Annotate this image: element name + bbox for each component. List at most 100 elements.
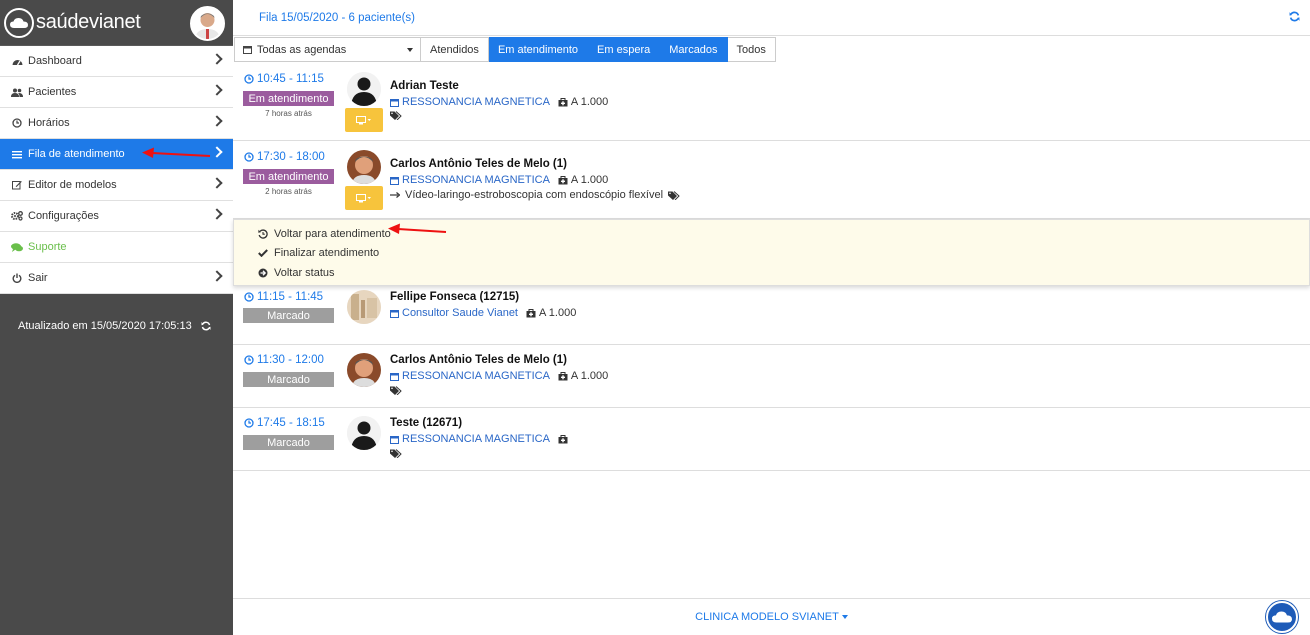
procedure-text: Vídeo-laringo-estroboscopia com endoscóp… bbox=[405, 189, 664, 201]
actions-button[interactable] bbox=[345, 108, 383, 132]
patient-details: Consultor Saude Vianet A 1.000 bbox=[390, 307, 576, 319]
last-updated: Atualizado em 15/05/2020 17:05:13 bbox=[0, 316, 233, 336]
list-icon bbox=[10, 150, 24, 159]
power-icon bbox=[10, 273, 24, 283]
clinic-selector[interactable]: CLINICA MODELO SVIANET bbox=[695, 611, 848, 623]
chevron-right-icon bbox=[211, 270, 223, 282]
tab-todos[interactable]: Todos bbox=[727, 37, 776, 62]
menu-item-finalizar-atendimento[interactable]: Finalizar atendimento bbox=[256, 247, 379, 259]
sidebar-item-editor-de-modelos[interactable]: Editor de modelos bbox=[0, 170, 233, 201]
medkit-icon bbox=[558, 97, 568, 107]
sidebar-item-horarios[interactable]: Horários bbox=[0, 108, 233, 139]
main-content: Fila 15/05/2020 - 6 paciente(s) Todas as… bbox=[233, 0, 1310, 635]
sidebar-item-sair[interactable]: Sair bbox=[0, 263, 233, 294]
chevron-right-icon bbox=[211, 146, 223, 158]
patient-name[interactable]: Teste (12671) bbox=[390, 417, 462, 429]
support-chat-icon[interactable] bbox=[1266, 601, 1298, 633]
agenda-link[interactable]: RESSONANCIA MAGNETICA bbox=[402, 370, 550, 382]
tags bbox=[390, 111, 402, 120]
tab-marcados[interactable]: Marcados bbox=[660, 37, 728, 62]
clock-icon bbox=[244, 418, 254, 428]
agenda-link[interactable]: RESSONANCIA MAGNETICA bbox=[402, 96, 550, 108]
appointment-time: 10:45 - 11:15 bbox=[244, 73, 324, 85]
patient-name[interactable]: Fellipe Fonseca (12715) bbox=[390, 291, 519, 303]
patient-name[interactable]: Adrian Teste bbox=[390, 80, 459, 92]
sidebar-item-dashboard[interactable]: Dashboard bbox=[0, 46, 233, 77]
menu-item-voltar-para-atendimento[interactable]: Voltar para atendimento bbox=[256, 228, 391, 240]
edit-icon bbox=[10, 180, 24, 190]
patient-details: RESSONANCIA MAGNETICA A 1.000 bbox=[390, 370, 608, 382]
tab-atendidos[interactable]: Atendidos bbox=[421, 37, 489, 62]
calendar-icon bbox=[390, 435, 399, 444]
sidebar-item-label: Configurações bbox=[28, 210, 99, 222]
agenda-link[interactable]: RESSONANCIA MAGNETICA bbox=[402, 433, 550, 445]
refresh-icon[interactable] bbox=[201, 321, 211, 331]
caret-down-icon bbox=[841, 615, 848, 619]
menu-item-label: Voltar status bbox=[274, 267, 335, 279]
patient-name[interactable]: Carlos Antônio Teles de Melo (1) bbox=[390, 354, 567, 366]
appointment-time: 11:30 - 12:00 bbox=[244, 354, 324, 366]
sidebar-item-suporte[interactable]: Suporte bbox=[0, 232, 233, 263]
footer: CLINICA MODELO SVIANET bbox=[233, 598, 1310, 635]
status-badge: Em atendimento bbox=[243, 91, 334, 106]
cogs-icon bbox=[10, 211, 24, 221]
procedure-line: Vídeo-laringo-estroboscopia com endoscóp… bbox=[390, 189, 680, 201]
sidebar-menu: Dashboard Pacientes Horários Fila de ate… bbox=[0, 46, 233, 294]
tags bbox=[390, 449, 402, 458]
appointment-time: 17:30 - 18:00 bbox=[244, 151, 325, 163]
chat-icon bbox=[10, 242, 24, 252]
time-text: 10:45 - 11:15 bbox=[257, 73, 324, 85]
sidebar-item-label: Fila de atendimento bbox=[28, 148, 125, 160]
appointment-time: 11:15 - 11:45 bbox=[244, 291, 323, 303]
clock-icon bbox=[244, 74, 254, 84]
time-ago: 7 horas atrás bbox=[265, 109, 312, 118]
tags-icon[interactable] bbox=[390, 449, 402, 458]
chevron-right-icon bbox=[211, 115, 223, 127]
sidebar-item-label: Dashboard bbox=[28, 55, 82, 67]
tab-em-espera[interactable]: Em espera bbox=[588, 37, 661, 62]
medkit-icon bbox=[558, 434, 568, 444]
tags-icon[interactable] bbox=[668, 190, 680, 200]
menu-item-voltar-status[interactable]: Voltar status bbox=[256, 267, 335, 279]
chevron-right-icon bbox=[211, 53, 223, 65]
time-text: 11:30 - 12:00 bbox=[257, 354, 324, 366]
user-avatar[interactable] bbox=[190, 6, 225, 41]
patient-name[interactable]: Carlos Antônio Teles de Melo (1) bbox=[390, 158, 567, 170]
patient-avatar bbox=[347, 150, 381, 184]
time-text: 17:30 - 18:00 bbox=[257, 151, 325, 163]
sidebar-item-configuracoes[interactable]: Configurações bbox=[0, 201, 233, 232]
last-updated-text: Atualizado em 15/05/2020 17:05:13 bbox=[18, 320, 192, 332]
plan-text: A 1.000 bbox=[539, 307, 577, 319]
sidebar-item-fila-de-atendimento[interactable]: Fila de atendimento bbox=[0, 139, 233, 170]
clock-icon bbox=[244, 355, 254, 365]
tags-icon[interactable] bbox=[390, 111, 402, 120]
patient-details: RESSONANCIA MAGNETICA A 1.000 bbox=[390, 96, 608, 108]
agenda-link[interactable]: RESSONANCIA MAGNETICA bbox=[402, 174, 550, 186]
queue-row: 11:15 - 11:45 Marcado Fellipe Fonseca (1… bbox=[233, 286, 1310, 345]
agenda-select[interactable]: Todas as agendas bbox=[234, 37, 421, 62]
sidebar-item-label: Horários bbox=[28, 117, 70, 129]
tab-em-atendimento[interactable]: Em atendimento bbox=[488, 37, 589, 62]
page-title: Fila 15/05/2020 - 6 paciente(s) bbox=[259, 11, 415, 24]
calendar-icon bbox=[243, 45, 252, 54]
arrow-right-icon bbox=[390, 192, 400, 198]
chevron-right-icon bbox=[211, 84, 223, 96]
queue-row: 17:45 - 18:15 Marcado Teste (12671) RESS… bbox=[233, 408, 1310, 471]
clock-icon bbox=[244, 292, 254, 302]
actions-dropdown: Voltar para atendimento Finalizar atendi… bbox=[233, 219, 1310, 286]
patient-details: RESSONANCIA MAGNETICA bbox=[390, 433, 568, 445]
medkit-icon bbox=[558, 175, 568, 185]
refresh-icon[interactable] bbox=[1289, 11, 1300, 25]
dashboard-icon bbox=[10, 57, 24, 66]
actions-button[interactable] bbox=[345, 186, 383, 210]
calendar-icon bbox=[390, 176, 399, 185]
brand-name: saúdevianet bbox=[36, 11, 141, 33]
sidebar-item-label: Sair bbox=[28, 272, 48, 284]
queue-row: 17:30 - 18:00 Em atendimento 2 horas atr… bbox=[233, 141, 1310, 219]
tags-icon[interactable] bbox=[390, 386, 402, 395]
sidebar-item-pacientes[interactable]: Pacientes bbox=[0, 77, 233, 108]
sidebar: saúdevianet Dashboard Pacientes Horários bbox=[0, 0, 233, 635]
agenda-link[interactable]: Consultor Saude Vianet bbox=[402, 307, 518, 319]
plan-text: A 1.000 bbox=[570, 174, 609, 186]
chevron-right-icon bbox=[211, 177, 223, 189]
